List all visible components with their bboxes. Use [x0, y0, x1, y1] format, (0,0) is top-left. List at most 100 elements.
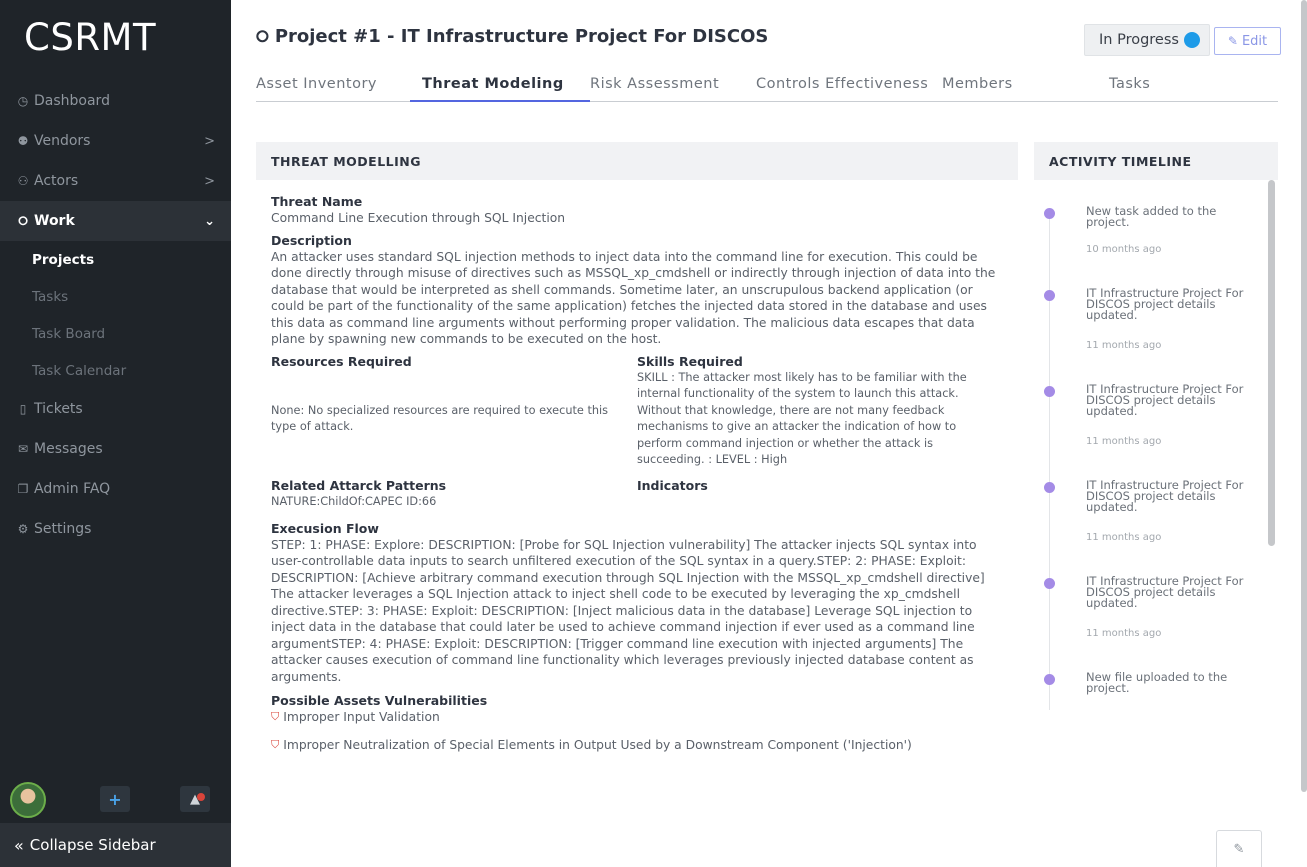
sidebar-item-settings[interactable]: ⚙ Settings	[0, 509, 231, 549]
edit-button[interactable]: ✎ Edit	[1214, 27, 1281, 55]
sidebar-item-vendors[interactable]: ⚉ Vendors >	[0, 121, 231, 161]
sidebar-subitem-tasks[interactable]: Tasks	[0, 278, 231, 315]
flow-label: Execusion Flow	[271, 520, 379, 536]
tab-tasks[interactable]: Tasks	[1109, 76, 1150, 92]
timeline-dot	[1044, 208, 1055, 219]
status-dropdown[interactable]: In Progress	[1084, 24, 1210, 56]
notification-dot	[197, 793, 205, 801]
layers-icon: ⭘	[18, 213, 28, 228]
timeline-text: IT Infrastructure Project For DISCOS pro…	[1086, 478, 1244, 514]
sidebar-item-label: Settings	[34, 521, 92, 537]
double-chevron-left-icon: «	[14, 835, 24, 855]
flow-text: STEP: 1: PHASE: Explore: DESCRIPTION: [P…	[271, 537, 985, 684]
mail-icon: ✉	[17, 442, 29, 456]
avatar[interactable]	[10, 782, 46, 818]
threat-panel-header: THREAT MODELLING	[256, 142, 1018, 180]
timeline-dot	[1044, 674, 1055, 685]
vulnerabilities-label: Possible Assets Vulnerabilities	[271, 693, 488, 708]
sidebar-subitem-projects[interactable]: Projects	[0, 241, 231, 278]
sidebar-item-label: Admin FAQ	[34, 481, 111, 497]
sidebar-item-work[interactable]: ⭘ Work ⌄	[0, 201, 231, 241]
sidebar-subitem-task-board[interactable]: Task Board	[0, 315, 231, 352]
tab-members[interactable]: Members	[942, 76, 1013, 92]
shield-icon: ⛉	[271, 737, 280, 751]
collapse-sidebar-button[interactable]: « Collapse Sidebar	[0, 823, 231, 867]
patterns-indicators-row: Related Attarck Patterns NATURE:ChildOf:…	[271, 478, 1006, 518]
resources-label: Resources Required	[271, 353, 412, 369]
tab-asset-inventory[interactable]: Asset Inventory	[256, 76, 377, 92]
page-title: ⭘ Project #1 - IT Infrastructure Project…	[256, 26, 768, 47]
description-label: Description	[271, 232, 352, 248]
timeline-text: IT Infrastructure Project For DISCOS pro…	[1086, 286, 1244, 322]
tab-controls-effectiveness[interactable]: Controls Effectiveness	[756, 76, 928, 92]
patterns-label: Related Attarck Patterns	[271, 477, 447, 493]
status-label: In Progress	[1099, 32, 1179, 48]
timeline-dot	[1044, 386, 1055, 397]
vulnerability-item: ⛉ Improper Neutralization of Special Ele…	[271, 737, 1006, 754]
page-scrollbar[interactable]	[1301, 0, 1307, 792]
shield-icon: ⛉	[271, 710, 280, 723]
ticket-icon: ▯	[19, 402, 27, 416]
faq-icon: ❐	[17, 482, 29, 496]
resources-skills-row: Resources Required None: No specialized …	[271, 354, 1006, 478]
collapse-sidebar-label: Collapse Sidebar	[29, 836, 156, 854]
indicators-label: Indicators	[637, 477, 708, 493]
sidebar-item-label: Work	[34, 213, 75, 229]
actors-icon: ⚇	[17, 174, 29, 188]
vulnerability-text: Improper Neutralization of Special Eleme…	[283, 737, 912, 752]
threat-name-label: Threat Name	[271, 194, 363, 209]
sidebar-item-admin-faq[interactable]: ❐ Admin FAQ	[0, 469, 231, 509]
timeline-time: 11 months ago	[1086, 340, 1162, 351]
timeline-text: IT Infrastructure Project For DISCOS pro…	[1086, 574, 1244, 610]
sidebar-item-label: Dashboard	[34, 93, 110, 109]
edit-icon: ✎	[1233, 841, 1245, 857]
layers-icon: ⭘	[256, 26, 269, 46]
add-button[interactable]: +	[100, 786, 130, 812]
patterns-text: NATURE:ChildOf:CAPEC ID:66	[271, 494, 437, 508]
sidebar-item-label: Messages	[34, 441, 103, 457]
sidebar-item-actors[interactable]: ⚇ Actors >	[0, 161, 231, 201]
gear-icon: ⚙	[17, 522, 29, 536]
gauge-icon: ◷	[17, 94, 29, 108]
sidebar: CSRMT ◷ Dashboard ⚉ Vendors > ⚇ Actors >…	[0, 0, 231, 867]
tab-risk-assessment[interactable]: Risk Assessment	[590, 76, 719, 92]
resources-text: None: No specialized resources are requi…	[271, 403, 609, 434]
description-text: An attacker uses standard SQL injection …	[271, 249, 996, 347]
sidebar-nav: ◷ Dashboard ⚉ Vendors > ⚇ Actors > ⭘ Wor…	[0, 81, 231, 549]
edit-icon: ✎	[1227, 34, 1238, 48]
sidebar-item-label: Actors	[34, 173, 79, 189]
chevron-right-icon: >	[204, 133, 215, 149]
timeline-text: New task added to the project.	[1086, 204, 1217, 229]
activity-timeline: New task added to the project. 10 months…	[1034, 180, 1278, 720]
floating-edit-button[interactable]: ✎	[1216, 830, 1262, 867]
status-indicator	[1183, 32, 1200, 48]
notifications-button[interactable]: ▲	[180, 786, 210, 812]
sidebar-item-tickets[interactable]: ▯ Tickets	[0, 389, 231, 429]
threat-details: Threat Name Command Line Execution throu…	[271, 194, 1006, 753]
timeline-dot	[1044, 482, 1055, 493]
sidebar-item-messages[interactable]: ✉ Messages	[0, 429, 231, 469]
tab-threat-modeling[interactable]: Threat Modeling	[422, 76, 564, 92]
project-title-text: Project #1 - IT Infrastructure Project F…	[274, 26, 769, 47]
sidebar-item-label: Tickets	[34, 401, 83, 417]
sidebar-footer: + ▲	[0, 780, 231, 822]
skills-label: Skills Required	[637, 353, 743, 369]
sidebar-item-label: Vendors	[34, 133, 91, 149]
vulnerability-item: ⛉ Improper Input Validation	[271, 709, 1006, 726]
timeline-line	[1049, 210, 1050, 710]
timeline-dot	[1044, 578, 1055, 589]
vendors-icon: ⚉	[17, 134, 29, 148]
sidebar-item-dashboard[interactable]: ◷ Dashboard	[0, 81, 231, 121]
project-tabs: Asset Inventory Threat Modeling Risk Ass…	[256, 76, 1278, 102]
activity-timeline-header: ACTIVITY TIMELINE	[1034, 142, 1278, 180]
timeline-dot	[1044, 290, 1055, 301]
chevron-down-icon: ⌄	[204, 213, 215, 229]
timeline-time: 11 months ago	[1086, 436, 1162, 447]
app-logo: CSRMT	[24, 16, 157, 59]
timeline-text: New file uploaded to the project.	[1086, 670, 1228, 695]
sidebar-subitem-task-calendar[interactable]: Task Calendar	[0, 352, 231, 389]
edit-label: Edit	[1241, 33, 1268, 49]
timeline-scrollbar[interactable]	[1268, 180, 1275, 546]
timeline-time: 11 months ago	[1086, 532, 1162, 543]
timeline-time: 10 months ago	[1086, 244, 1162, 255]
